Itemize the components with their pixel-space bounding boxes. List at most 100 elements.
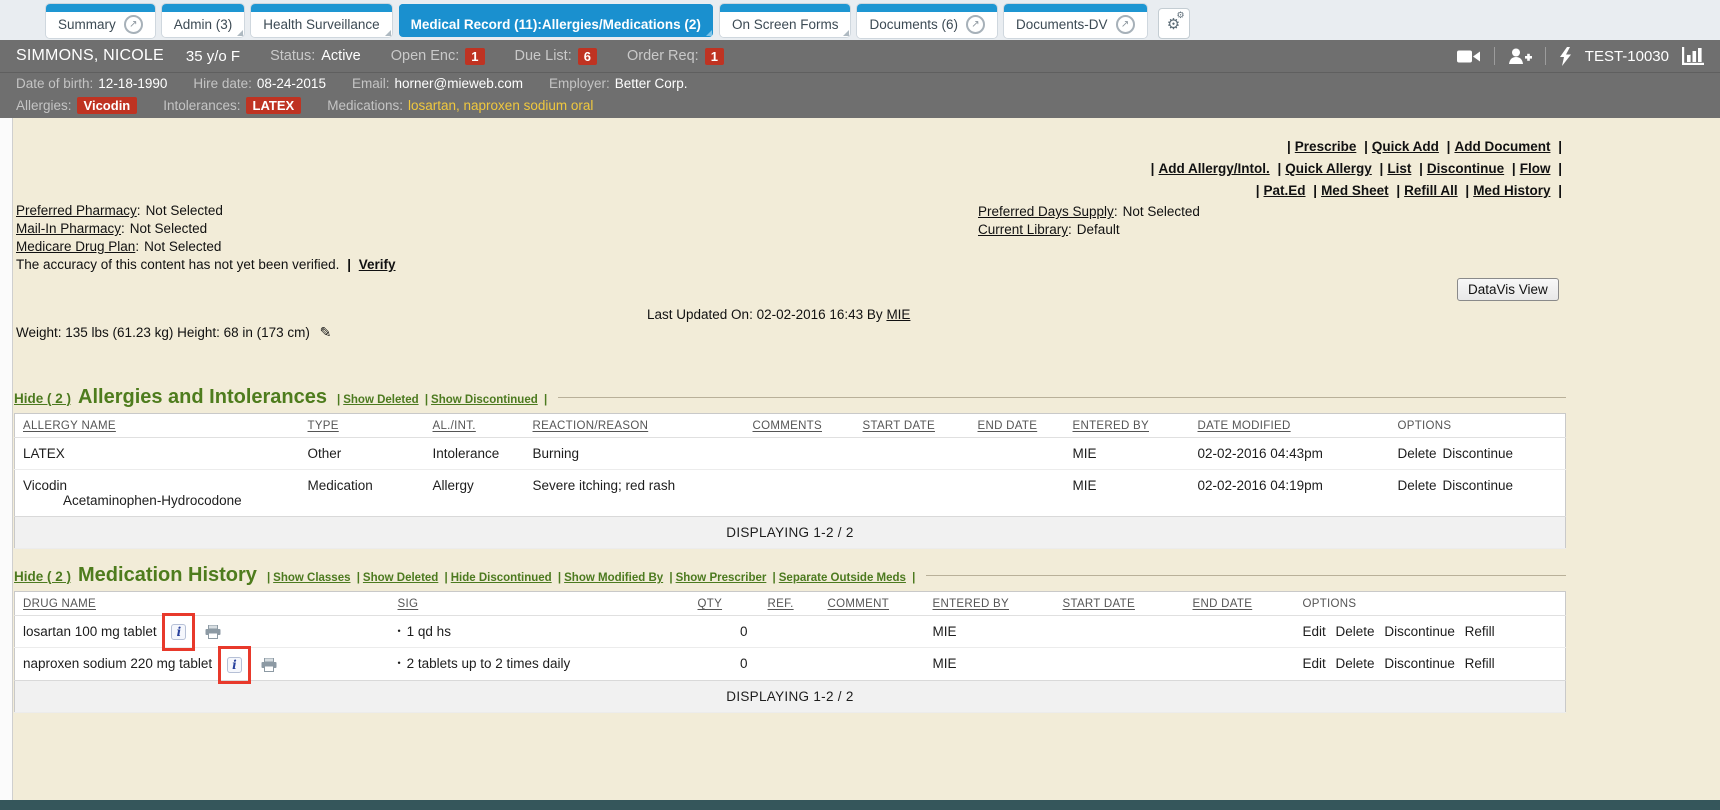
datavis-view-button[interactable]: DataVis View xyxy=(1457,278,1559,301)
show-discontinued-link[interactable]: Show Discontinued xyxy=(431,394,538,406)
show-classes-link[interactable]: Show Classes xyxy=(273,572,350,584)
order-req-count-badge[interactable]: 1 xyxy=(705,48,724,65)
external-link-icon[interactable]: ↗ xyxy=(966,15,985,34)
tab-documents-dv[interactable]: Documents-DV↗ xyxy=(1004,4,1147,38)
show-prescriber-link[interactable]: Show Prescriber xyxy=(676,572,767,584)
allergies-section: Hide ( 2 ) Allergies and Intolerances |S… xyxy=(14,386,1566,549)
tab-documents[interactable]: Documents (6)↗ xyxy=(857,4,997,38)
show-deleted-link[interactable]: Show Deleted xyxy=(343,394,418,406)
edit-link[interactable]: Edit xyxy=(1303,624,1326,639)
preferred-pharmacy-link[interactable]: Preferred Pharmacy xyxy=(16,203,137,218)
external-link-icon[interactable]: ↗ xyxy=(124,15,143,34)
tab-health-surveillance[interactable]: Health Surveillance xyxy=(251,4,391,37)
quick-add-link[interactable]: Quick Add xyxy=(1372,139,1439,154)
patient-age-sex: 35 y/o F xyxy=(186,48,240,65)
show-modified-by-link[interactable]: Show Modified By xyxy=(564,572,663,584)
tab-on-screen-forms[interactable]: On Screen Forms xyxy=(720,4,851,37)
col-comment[interactable]: COMMENT xyxy=(820,592,925,616)
med-sheet-link[interactable]: Med Sheet xyxy=(1321,183,1389,198)
col-options: OPTIONS xyxy=(1295,592,1566,616)
updated-by-link[interactable]: MIE xyxy=(886,307,910,322)
col-date-modified[interactable]: DATE MODIFIED xyxy=(1190,414,1390,438)
mail-in-pharmacy-link[interactable]: Mail-In Pharmacy xyxy=(16,221,121,236)
col-drug-name[interactable]: DRUG NAME xyxy=(15,592,390,616)
tab-accent-strip xyxy=(162,4,245,12)
edit-link[interactable]: Edit xyxy=(1303,656,1326,671)
medicare-drug-plan-link[interactable]: Medicare Drug Plan xyxy=(16,239,135,254)
tab-summary[interactable]: Summary↗ xyxy=(46,4,155,38)
med-history-link[interactable]: Med History xyxy=(1473,183,1550,198)
allergy-row-latex: LATEX Other Intolerance Burning MIE 02-0… xyxy=(15,438,1566,470)
discontinue-link[interactable]: Discontinue xyxy=(1384,656,1455,671)
discontinue-link[interactable]: Discontinue xyxy=(1443,478,1514,493)
col-comments[interactable]: COMMENTS xyxy=(745,414,855,438)
list-link[interactable]: List xyxy=(1387,161,1411,176)
pat-ed-link[interactable]: Pat.Ed xyxy=(1264,183,1306,198)
add-document-link[interactable]: Add Document xyxy=(1454,139,1550,154)
col-start-date[interactable]: START DATE xyxy=(1055,592,1185,616)
quick-links-row-1: |Prescribe |Quick Add |Add Document | xyxy=(1147,136,1566,158)
due-list-count-badge[interactable]: 6 xyxy=(578,48,597,65)
preferred-days-supply-link[interactable]: Preferred Days Supply xyxy=(978,204,1114,219)
video-camera-icon[interactable] xyxy=(1457,49,1481,64)
tab-accent-strip xyxy=(251,4,391,12)
col-al-int[interactable]: AL./INT. xyxy=(425,414,525,438)
col-reaction[interactable]: REACTION/REASON xyxy=(525,414,745,438)
delete-link[interactable]: Delete xyxy=(1336,656,1375,671)
col-qty[interactable]: QTY xyxy=(690,592,760,616)
refill-link[interactable]: Refill xyxy=(1465,624,1495,639)
allergies-hide-link[interactable]: Hide ( 2 ) xyxy=(14,391,71,406)
edit-vitals-pencil-icon[interactable]: ✎ xyxy=(320,325,332,341)
col-end-date[interactable]: END DATE xyxy=(1185,592,1295,616)
allergy-badge[interactable]: Vicodin xyxy=(77,97,138,114)
col-type[interactable]: TYPE xyxy=(300,414,425,438)
separate-outside-meds-link[interactable]: Separate Outside Meds xyxy=(779,572,906,584)
show-deleted-link[interactable]: Show Deleted xyxy=(363,572,438,584)
lightning-bolt-icon[interactable] xyxy=(1559,47,1572,66)
print-monograph-icon[interactable] xyxy=(261,658,277,672)
col-end-date[interactable]: END DATE xyxy=(970,414,1065,438)
quick-links-row-3: |Pat.Ed |Med Sheet |Refill All |Med Hist… xyxy=(1147,180,1566,202)
print-monograph-icon[interactable] xyxy=(205,625,221,639)
current-library-link[interactable]: Current Library xyxy=(978,222,1068,237)
tab-settings-button[interactable]: ⚙ ⚙ xyxy=(1158,8,1190,39)
tab-dropdown-corner-icon xyxy=(843,30,849,36)
drug-info-icon[interactable]: i xyxy=(171,624,186,640)
col-entered-by[interactable]: ENTERED BY xyxy=(1065,414,1190,438)
flowsheet-chart-icon[interactable] xyxy=(1682,47,1704,65)
divider xyxy=(1494,47,1495,65)
drug-name: losartan 100 mg tablet xyxy=(23,624,157,639)
drug-name: naproxen sodium 220 mg tablet xyxy=(23,656,212,671)
delete-link[interactable]: Delete xyxy=(1398,478,1437,493)
medications-list-link[interactable]: losartan, naproxen sodium oral xyxy=(408,98,593,113)
tab-dropdown-corner-icon xyxy=(706,30,712,36)
discontinue-link[interactable]: Discontinue xyxy=(1443,446,1514,461)
col-entered-by[interactable]: ENTERED BY xyxy=(925,592,1055,616)
delete-link[interactable]: Delete xyxy=(1336,624,1375,639)
col-ref[interactable]: REF. xyxy=(760,592,820,616)
col-sig[interactable]: SIG xyxy=(390,592,690,616)
add-person-icon[interactable] xyxy=(1508,48,1532,65)
col-allergy-name[interactable]: ALLERGY NAME xyxy=(15,414,300,438)
refill-all-link[interactable]: Refill All xyxy=(1404,183,1458,198)
flow-link[interactable]: Flow xyxy=(1520,161,1551,176)
prescribe-link[interactable]: Prescribe xyxy=(1295,139,1357,154)
tab-medical-record-active[interactable]: Medical Record (11):Allergies/Medication… xyxy=(399,4,713,37)
dob-value: 12-18-1990 xyxy=(98,76,167,91)
verify-link[interactable]: Verify xyxy=(359,257,396,272)
quick-links-row-2: |Add Allergy/Intol. |Quick Allergy |List… xyxy=(1147,158,1566,180)
intolerance-badge[interactable]: LATEX xyxy=(246,97,302,114)
discontinue-link[interactable]: Discontinue xyxy=(1384,624,1455,639)
open-enc-count-badge[interactable]: 1 xyxy=(465,48,484,65)
discontinue-link[interactable]: Discontinue xyxy=(1427,161,1504,176)
external-link-icon[interactable]: ↗ xyxy=(1116,15,1135,34)
col-start-date[interactable]: START DATE xyxy=(855,414,970,438)
add-allergy-intol-link[interactable]: Add Allergy/Intol. xyxy=(1158,161,1269,176)
delete-link[interactable]: Delete xyxy=(1398,446,1437,461)
hide-discontinued-link[interactable]: Hide Discontinued xyxy=(451,572,552,584)
medications-hide-link[interactable]: Hide ( 2 ) xyxy=(14,569,71,584)
drug-info-icon[interactable]: i xyxy=(227,657,242,673)
quick-allergy-link[interactable]: Quick Allergy xyxy=(1285,161,1372,176)
tab-admin[interactable]: Admin (3) xyxy=(162,4,245,37)
refill-link[interactable]: Refill xyxy=(1465,656,1495,671)
